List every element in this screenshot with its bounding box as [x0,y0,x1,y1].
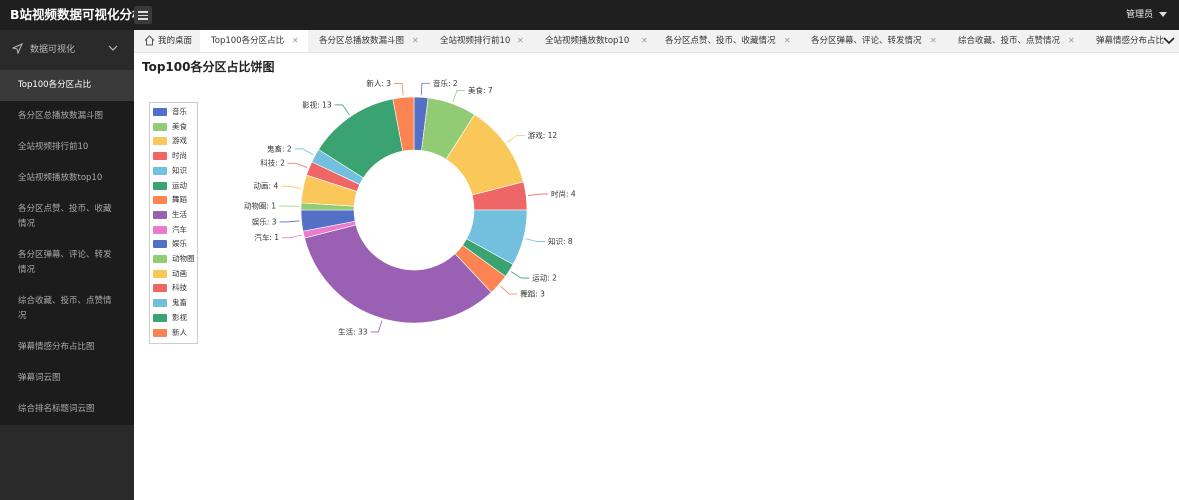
home-icon [144,35,155,46]
caret-down-icon [1159,12,1167,17]
slice-label: 汽车: 1 [254,232,279,242]
label-line [510,271,530,279]
slice-label: 动物圈: 1 [244,201,276,211]
slice-label: 知识: 8 [548,236,573,246]
close-icon[interactable]: ✕ [930,30,937,52]
tab-bar: 我的桌面 Top100各分区占比 ✕ 各分区总播放数漏斗图 ✕ 全站视频排行前1… [134,30,1179,53]
slice-label: 生活: 33 [338,326,368,336]
tab-funnel[interactable]: 各分区总播放数漏斗图 ✕ [308,30,426,52]
label-line [294,148,314,155]
sidebar-item-like-coin-fav[interactable]: 各分区点赞、投币、收藏情况 [0,194,134,240]
tab-like-coin-fav[interactable]: 各分区点赞、投币、收藏情况 ✕ [656,30,800,52]
tab-label: 我的桌面 [158,36,193,46]
sidebar-item-top10-plays[interactable]: 全站视频播放数top10 [0,163,134,194]
slice-label: 运动: 2 [532,273,557,283]
label-line [279,220,300,223]
tab-label: Top100各分区占比 [211,36,285,46]
slice-label: 科技: 2 [260,158,285,168]
sidebar-item-funnel[interactable]: 各分区总播放数漏斗图 [0,101,134,132]
close-icon[interactable]: ✕ [641,30,648,52]
chevron-down-icon[interactable] [1163,36,1175,46]
tab-label: 各分区点赞、投币、收藏情况 [665,36,776,46]
sidebar-item-top10-rank[interactable]: 全站视频排行前10 [0,132,134,163]
tab-label: 全站视频播放数top10 [545,36,630,46]
tab-label: 综合收藏、投币、点赞情况 [958,36,1061,46]
label-line [528,193,548,196]
slice-label: 影视: 13 [302,99,332,109]
slice-label: 鬼畜: 2 [267,143,292,153]
label-line [287,162,308,169]
label-line [394,83,404,96]
donut-chart: 音乐: 2 美食: 7 游戏: 12 时尚: 4 知识: 8 运动: 2 舞蹈: 3 生活: … [244,78,576,337]
close-icon[interactable]: ✕ [784,30,791,52]
slice-label: 娱乐: 3 [252,216,277,226]
main-content: Top100各分区占比饼图 音乐 美食 游戏 时尚 知识 运动 舞蹈 生活 汽车 娱乐 动物圈 动画科… [134,52,1179,500]
slice-label: 时尚: 4 [551,189,576,199]
sidebar-item-title-cloud[interactable]: 综合排名标题词云图 [0,394,134,425]
tab-label: 弹幕情感分布占比图 [1096,36,1164,46]
tab-label: 各分区弹幕、评论、转发情况 [811,36,922,46]
label-line [334,104,350,116]
tab-top10-rank[interactable]: 全站视频排行前10 ✕ [426,30,532,52]
slice-label: 音乐: 2 [433,78,458,88]
user-name: 管理员 [1125,10,1153,20]
slice-label: 美食: 7 [468,85,493,95]
paper-plane-icon [12,43,23,54]
tab-sentiment[interactable]: 弹幕情感分布占比图 [1084,30,1164,52]
tab-overall[interactable]: 综合收藏、投币、点赞情况 ✕ [948,30,1084,52]
sidebar-item-sentiment[interactable]: 弹幕情感分布占比图 [0,332,134,363]
tab-top10-plays[interactable]: 全站视频播放数top10 ✕ [532,30,656,52]
top-bar: B站视频数据可视化分析 管理员 [0,0,1179,30]
slice-label: 新人: 3 [366,78,391,88]
label-line [506,134,525,143]
pie-slice[interactable] [304,224,492,324]
tab-label: 全站视频排行前10 [440,36,511,46]
tab-home[interactable]: 我的桌面 [134,30,200,52]
label-line [282,234,302,239]
sidebar-item-danmaku-comment[interactable]: 各分区弹幕、评论、转发情况 [0,240,134,286]
sidebar-item-top100[interactable]: Top100各分区占比 [0,70,134,101]
label-line [281,185,302,189]
label-line [420,82,430,96]
label-line [499,285,518,295]
sidebar-list: Top100各分区占比 各分区总播放数漏斗图 全站视频排行前10 全站视频播放数… [0,70,134,425]
menu-toggle-button[interactable] [134,6,152,24]
slice-label: 游戏: 12 [528,130,558,140]
slice-label: 动画: 4 [254,181,279,191]
label-line [525,238,546,242]
close-icon[interactable]: ✕ [292,30,299,52]
sidebar-item-danmaku-cloud[interactable]: 弹幕词云图 [0,363,134,394]
user-menu[interactable]: 管理员 [1126,0,1167,30]
close-icon[interactable]: ✕ [517,30,524,52]
sidebar-item-overall[interactable]: 综合收藏、投币、点赞情况 [0,286,134,332]
label-line [452,90,466,102]
sidebar: 数据可视化 Top100各分区占比 各分区总播放数漏斗图 全站视频排行前10 全… [0,30,134,500]
close-icon[interactable]: ✕ [1068,30,1075,52]
tab-top100[interactable]: Top100各分区占比 ✕ [200,30,308,52]
chevron-down-icon [108,45,118,51]
sidebar-group-data-vis[interactable]: 数据可视化 [0,30,134,70]
sidebar-group-label: 数据可视化 [30,45,76,55]
app-title: B站视频数据可视化分析 [10,7,145,22]
close-icon[interactable]: ✕ [412,30,419,52]
slice-label: 舞蹈: 3 [520,288,545,298]
label-line [370,320,383,333]
tab-label: 各分区总播放数漏斗图 [319,36,405,46]
tab-danmaku-comment[interactable]: 各分区弹幕、评论、转发情况 ✕ [800,30,948,52]
